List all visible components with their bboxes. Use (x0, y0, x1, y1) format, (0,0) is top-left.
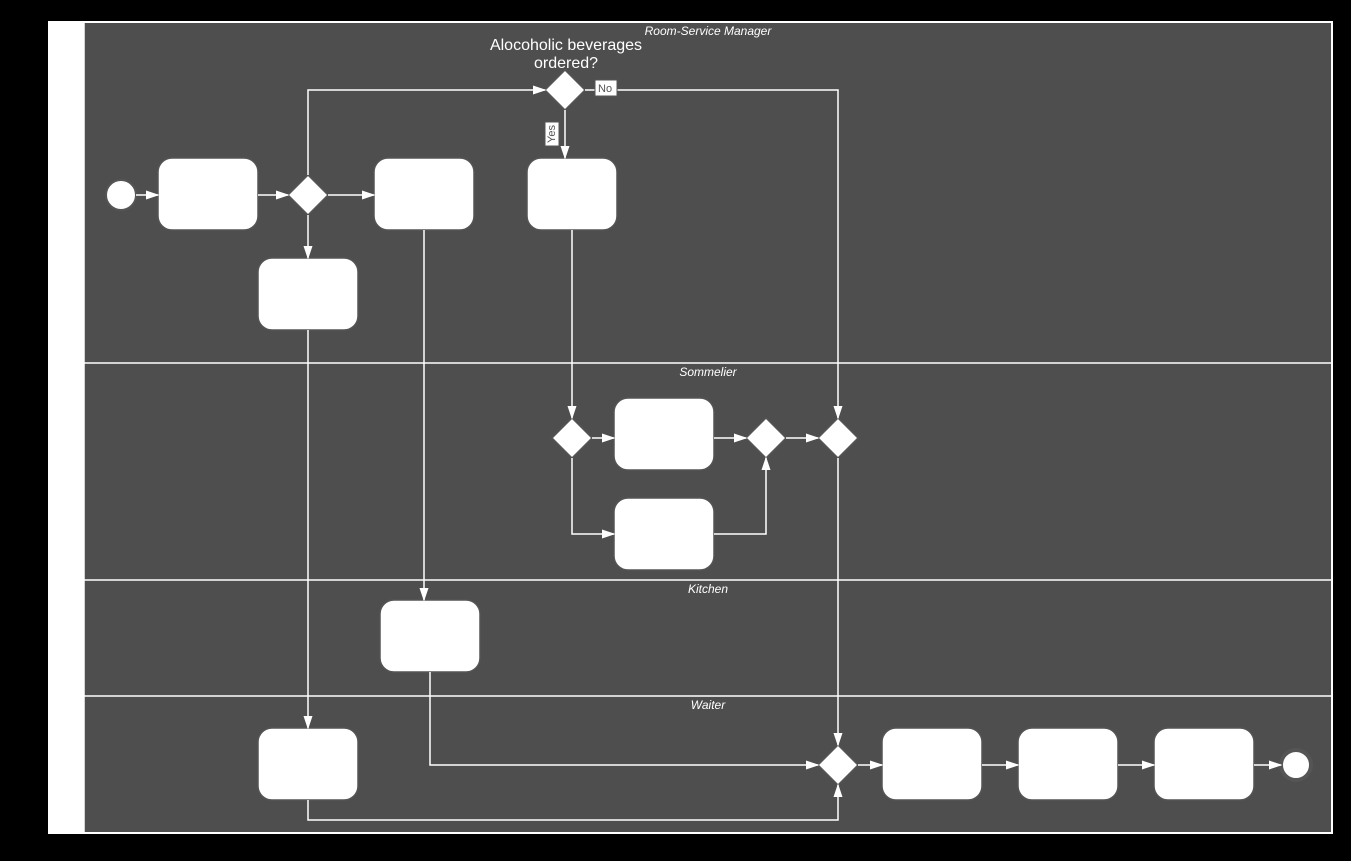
bpmn-diagram: Room-Service Manager Sommelier Kitchen W… (0, 0, 1351, 861)
task-som-2[interactable] (614, 498, 714, 570)
end-event[interactable] (1281, 750, 1311, 780)
task-waiter-2[interactable] (882, 728, 982, 800)
task-rsm-4[interactable] (527, 158, 617, 230)
start-event[interactable] (106, 180, 136, 210)
task-waiter-1[interactable] (258, 728, 358, 800)
lane-label-kit: Kitchen (59, 618, 75, 665)
task-rsm-3[interactable] (258, 258, 358, 330)
lane-title-som: Sommelier (679, 365, 737, 379)
gateway-question-line2: ordered? (534, 55, 598, 72)
task-rsm-2[interactable] (374, 158, 474, 230)
task-rsm-1[interactable] (158, 158, 258, 230)
edge-label-yes: Yes (546, 125, 558, 143)
task-waiter-4[interactable] (1154, 728, 1254, 800)
task-som-1[interactable] (614, 398, 714, 470)
task-waiter-3[interactable] (1018, 728, 1118, 800)
task-kitchen-1[interactable] (380, 600, 480, 672)
lane-title-wai: Waiter (691, 698, 726, 712)
lane-title-kit: Kitchen (688, 582, 728, 596)
lane-label-som: Sommelier (59, 443, 75, 510)
lane-label-rsm: Room-Service Manager (59, 142, 75, 290)
lane-label-wai: Waiter (59, 755, 75, 795)
edge-label-no: No (598, 83, 612, 95)
gateway-question-line1: Alocoholic beverages (490, 37, 642, 54)
lane-title-rsm: Room-Service Manager (645, 24, 773, 38)
